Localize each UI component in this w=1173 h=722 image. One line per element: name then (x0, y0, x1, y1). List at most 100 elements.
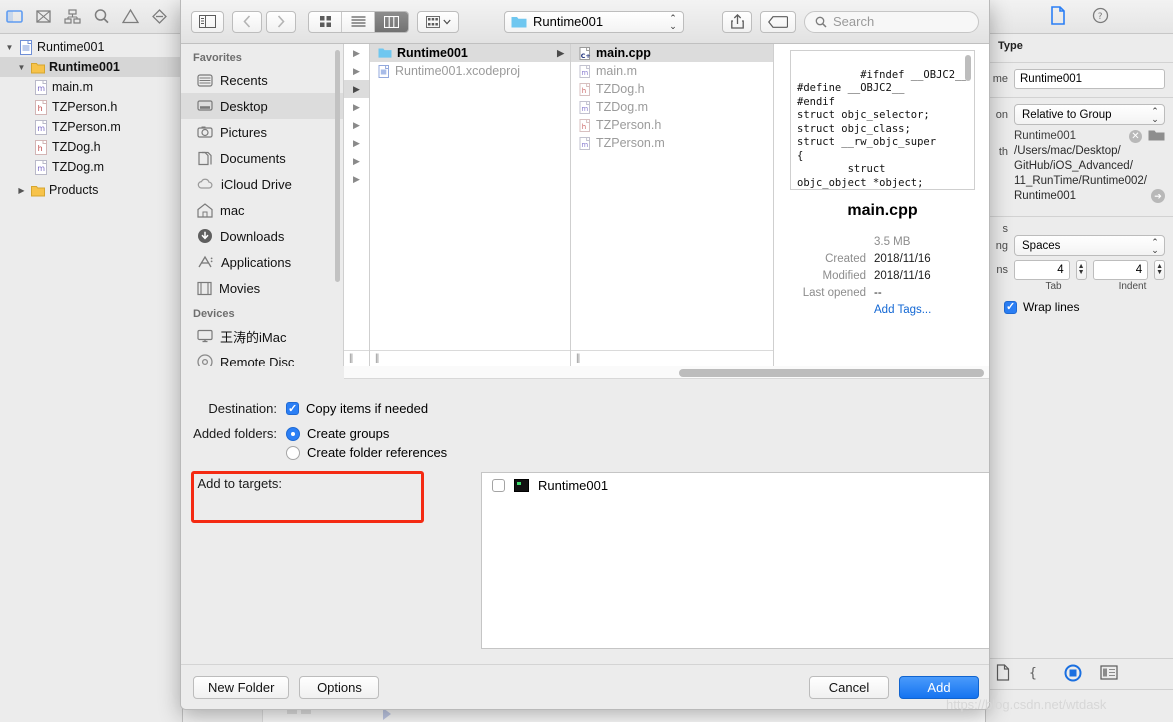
column-resize-grip[interactable]: || (571, 350, 773, 366)
create-folder-references-radio[interactable] (286, 445, 300, 460)
sidebar-item-mac[interactable]: mac (181, 197, 343, 223)
file-row-xcodeproj[interactable]: Runtime001.xcodeproj (370, 62, 570, 80)
browser-hscrollbar-thumb[interactable] (679, 369, 984, 377)
clear-icon[interactable]: ✕ (1129, 129, 1142, 143)
sidebar-item-imac[interactable]: 王涛的iMac (181, 323, 343, 349)
forward-button[interactable] (266, 10, 296, 33)
favorites-scrollbar[interactable] (335, 50, 340, 282)
browser-hscrollbar[interactable] (344, 366, 989, 379)
indent-width-field[interactable]: 4 (1092, 260, 1149, 280)
file-template-icon[interactable] (996, 664, 1010, 684)
tree-row[interactable]: m TZPerson.m (0, 117, 182, 137)
tree-row-runtime001-folder[interactable]: ▼ Runtime001 (0, 57, 182, 77)
tree-row[interactable]: m TZDog.m (0, 157, 182, 177)
file-row-tzperson-h[interactable]: h TZPerson.h (571, 116, 773, 134)
sidebar-item-icloud-drive[interactable]: iCloud Drive (181, 171, 343, 197)
tree-row[interactable]: ▼ Runtime001 (0, 37, 182, 57)
search-field[interactable]: Search (804, 10, 979, 33)
hierarchy-icon[interactable] (64, 8, 81, 25)
folder-icon[interactable] (6, 8, 23, 25)
object-library-icon[interactable] (1100, 665, 1118, 683)
location-popup[interactable]: Relative to Group ⌃ ⌄ (1014, 104, 1165, 125)
search-icon[interactable] (93, 8, 110, 25)
wrap-lines-row[interactable]: Wrap lines (986, 298, 1173, 316)
add-tags-link[interactable]: Add Tags... (874, 302, 931, 319)
copy-items-control[interactable]: Copy items if needed (286, 400, 428, 418)
name-field[interactable]: Runtime001 (1014, 69, 1165, 89)
column-resize-grip[interactable]: || (370, 350, 570, 366)
share-button[interactable] (722, 10, 752, 33)
column-arrow[interactable]: ▶ (344, 134, 369, 152)
tab-width-field[interactable]: 4 (1014, 260, 1070, 280)
app-target-icon (514, 478, 529, 492)
disclosure-triangle-icon[interactable]: ▼ (16, 63, 27, 72)
column-arrow[interactable]: ▶ (344, 44, 369, 62)
group-by-button[interactable] (417, 10, 459, 33)
column-arrow[interactable]: ▶ (344, 116, 369, 134)
column-arrow[interactable]: ▶ (344, 98, 369, 116)
sidebar-item-documents[interactable]: Documents (181, 145, 343, 171)
tree-row[interactable]: h TZDog.h (0, 137, 182, 157)
new-folder-button[interactable]: New Folder (193, 675, 290, 699)
icon-view-button[interactable] (309, 11, 342, 32)
tag-button[interactable] (760, 10, 796, 33)
tree-row[interactable]: m main.m (0, 77, 182, 97)
file-row-tzdog-m[interactable]: m TZDog.m (571, 98, 773, 116)
breakpoint-icon[interactable] (151, 8, 168, 25)
file-row-main-cpp[interactable]: C++ main.cpp (571, 44, 773, 62)
copy-items-checkbox[interactable] (286, 401, 299, 418)
file-row-main-m[interactable]: m main.m (571, 62, 773, 80)
back-button[interactable] (232, 10, 262, 33)
indent-using-popup[interactable]: Spaces ⌃ ⌄ (1014, 235, 1165, 256)
media-library-icon[interactable] (1064, 664, 1082, 685)
view-mode-segmented[interactable] (308, 10, 409, 33)
options-button[interactable]: Options (299, 675, 380, 699)
target-checkbox[interactable] (492, 478, 505, 492)
file-row-tzdog-h[interactable]: h TZDog.h (571, 80, 773, 98)
tree-row[interactable]: h TZPerson.h (0, 97, 182, 117)
quick-help-icon[interactable]: ? (1092, 7, 1109, 27)
file-row-runtime001[interactable]: Runtime001 ▶ (370, 44, 570, 62)
sidebar-item-desktop[interactable]: Desktop (181, 93, 343, 119)
column-arrow-selected[interactable]: ▶ (344, 80, 369, 98)
choose-folder-icon[interactable] (1148, 128, 1165, 144)
sidebar-item-movies[interactable]: Movies (181, 275, 343, 301)
sidebar-item-recents[interactable]: Recents (181, 67, 343, 93)
location-path-popup[interactable]: Runtime001 ⌃ ⌄ (504, 10, 684, 33)
sidebar-item-downloads[interactable]: Downloads (181, 223, 343, 249)
reveal-in-finder-icon[interactable]: ➔ (1151, 189, 1165, 203)
wrap-lines-checkbox[interactable] (1004, 300, 1017, 314)
indent-width-stepper[interactable]: ▲ ▼ (1154, 260, 1165, 280)
column-arrow[interactable]: ▶ (344, 62, 369, 80)
target-row-runtime001[interactable]: Runtime001 (482, 473, 989, 497)
create-folder-refs-control[interactable]: Create folder references (286, 444, 447, 461)
create-groups-control[interactable]: Create groups (286, 425, 389, 442)
code-snippet-icon[interactable]: { } (1028, 664, 1052, 684)
sidebar-item-label: Pictures (220, 124, 267, 140)
sidebar-toggle-button[interactable] (191, 10, 224, 33)
sidebar-item-pictures[interactable]: Pictures (181, 119, 343, 145)
column-view-button[interactable] (375, 11, 408, 32)
create-groups-radio[interactable] (286, 426, 300, 441)
file-row-tzperson-m[interactable]: m TZPerson.m (571, 134, 773, 152)
tree-row-products[interactable]: ▶ Products (0, 180, 182, 200)
column-resize-grip[interactable] (774, 350, 989, 366)
h-file-icon: h (34, 99, 48, 115)
column-arrow[interactable]: ▶ (344, 152, 369, 170)
sidebar-item-applications[interactable]: Applications (181, 249, 343, 275)
cancel-button[interactable]: Cancel (809, 675, 889, 699)
add-button[interactable]: Add (899, 675, 979, 699)
location-file-value: Runtime001 (1014, 130, 1077, 142)
column-arrow[interactable]: ▶ (344, 170, 369, 188)
tab-width-stepper[interactable]: ▲ ▼ (1075, 260, 1087, 280)
sidebar-item-remote-disc[interactable]: Remote Disc (181, 349, 343, 366)
chevron-right-icon (277, 15, 285, 28)
column-resize-grip[interactable]: || (344, 350, 369, 366)
list-view-button[interactable] (342, 11, 375, 32)
disclosure-triangle-icon[interactable]: ▶ (16, 186, 27, 195)
code-preview-scrollbar[interactable] (965, 55, 971, 81)
warning-icon[interactable] (121, 8, 140, 25)
disclosure-triangle-icon[interactable]: ▼ (4, 43, 15, 52)
issue-icon[interactable] (35, 8, 52, 25)
file-inspector-icon[interactable] (1050, 5, 1066, 28)
